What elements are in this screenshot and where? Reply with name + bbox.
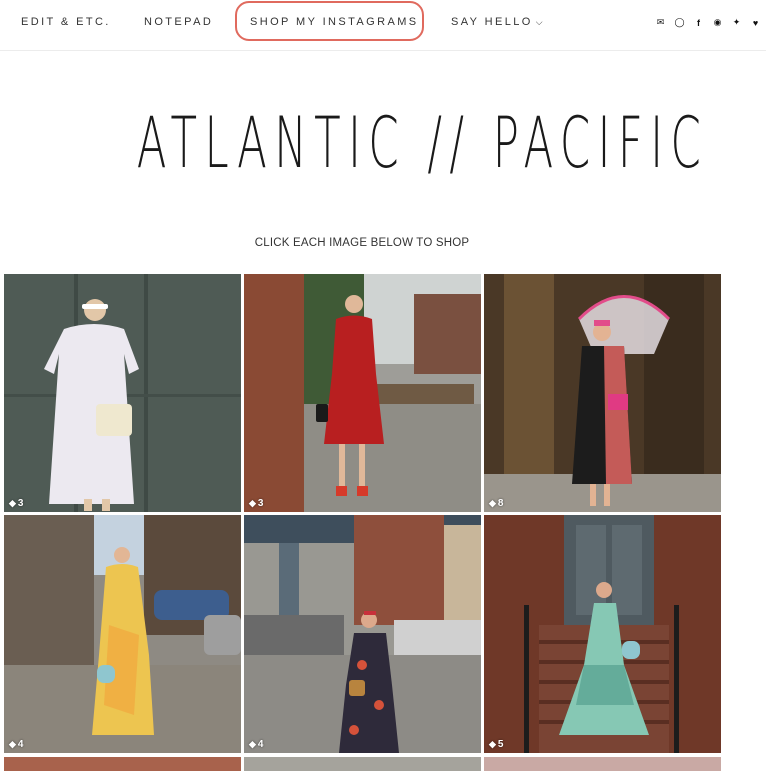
photo-image bbox=[4, 274, 241, 512]
photo-image bbox=[484, 274, 721, 512]
site-logo[interactable]: ATLANTIC // PACIFIC bbox=[137, 102, 701, 184]
instagram-tile[interactable]: ◆ 8 bbox=[484, 274, 721, 512]
product-count: 3 bbox=[17, 498, 24, 509]
nav-say-hello-label: SAY HELLO bbox=[451, 16, 533, 28]
instagram-grid-next-row bbox=[4, 757, 721, 771]
nav-shop-my-instagrams[interactable]: SHOP MY INSTAGRAMS bbox=[250, 16, 419, 28]
photo-image bbox=[4, 515, 241, 753]
tag-icon: ◆ bbox=[249, 739, 256, 749]
nav-say-hello[interactable]: SAY HELLO ⌵ bbox=[451, 16, 543, 28]
instagram-tile-partial[interactable] bbox=[244, 757, 481, 771]
photo-image bbox=[484, 515, 721, 753]
mail-icon[interactable]: ✉ bbox=[654, 16, 667, 29]
product-count-badge: ◆ 8 bbox=[489, 498, 503, 509]
product-count: 4 bbox=[17, 739, 24, 750]
instagram-tile[interactable]: ◆ 3 bbox=[244, 274, 481, 512]
page-subtitle: CLICK EACH IMAGE BELOW TO SHOP bbox=[254, 237, 470, 249]
instagram-tile[interactable]: ◆ 3 bbox=[4, 274, 241, 512]
tag-icon: ◆ bbox=[249, 498, 256, 508]
tag-icon: ◆ bbox=[489, 498, 496, 508]
product-count: 3 bbox=[257, 498, 264, 509]
product-count: 4 bbox=[257, 739, 264, 750]
instagram-tile[interactable]: ◆ 4 bbox=[4, 515, 241, 753]
nav-edit-etc[interactable]: EDIT & ETC. bbox=[21, 16, 111, 28]
tag-icon: ◆ bbox=[9, 498, 16, 508]
chevron-down-icon: ⌵ bbox=[535, 17, 543, 27]
top-navigation: EDIT & ETC. NOTEPAD SHOP MY INSTAGRAMS S… bbox=[0, 0, 766, 51]
photo-image bbox=[244, 515, 481, 753]
instagram-grid: ◆ 3 ◆ 3 ◆ 8 ◆ 4 ◆ 4 ◆ 5 bbox=[4, 274, 721, 753]
product-count: 5 bbox=[497, 739, 504, 750]
product-count-badge: ◆ 3 bbox=[249, 498, 263, 509]
product-count-badge: ◆ 3 bbox=[9, 498, 23, 509]
instagram-tile-partial[interactable] bbox=[4, 757, 241, 771]
heart-icon[interactable]: ♥ bbox=[749, 16, 762, 29]
facebook-icon[interactable]: f bbox=[692, 16, 705, 29]
tag-icon: ◆ bbox=[489, 739, 496, 749]
twitter-icon[interactable]: ✦ bbox=[730, 16, 743, 29]
instagram-icon[interactable]: ◯ bbox=[673, 16, 686, 29]
product-count-badge: ◆ 4 bbox=[249, 739, 263, 750]
pinterest-icon[interactable]: ◉ bbox=[711, 16, 724, 29]
nav-notepad[interactable]: NOTEPAD bbox=[144, 16, 213, 28]
tag-icon: ◆ bbox=[9, 739, 16, 749]
instagram-tile[interactable]: ◆ 4 bbox=[244, 515, 481, 753]
social-links: ✉ ◯ f ◉ ✦ ♥ bbox=[654, 16, 762, 29]
product-count-badge: ◆ 4 bbox=[9, 739, 23, 750]
instagram-tile-partial[interactable] bbox=[484, 757, 721, 771]
photo-image bbox=[244, 274, 481, 512]
instagram-tile[interactable]: ◆ 5 bbox=[484, 515, 721, 753]
product-count-badge: ◆ 5 bbox=[489, 739, 503, 750]
product-count: 8 bbox=[497, 498, 504, 509]
